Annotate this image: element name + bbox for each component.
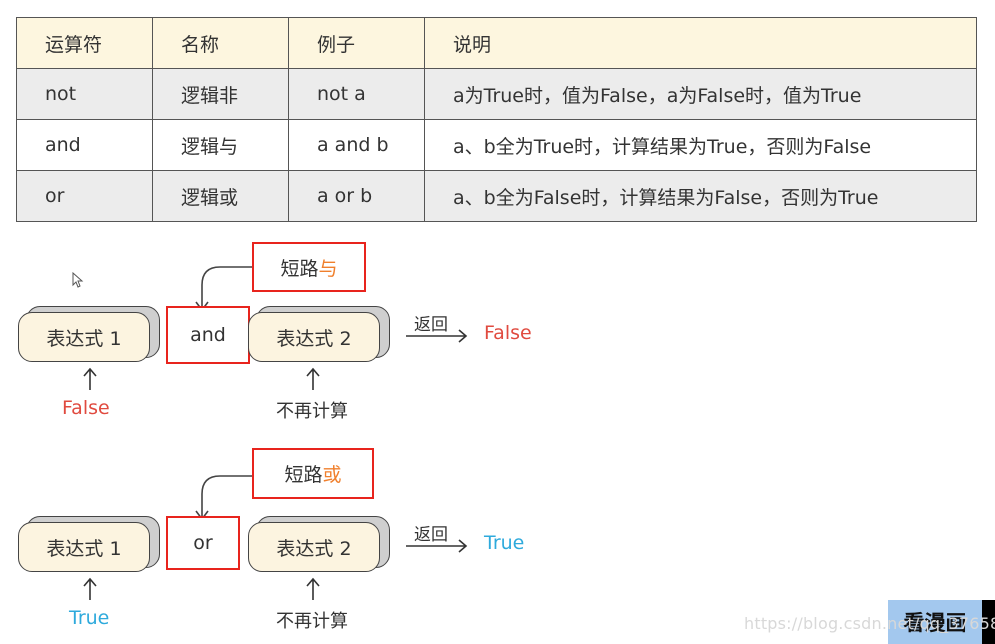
header-operator: 运算符 — [16, 17, 153, 69]
result-value: False — [484, 322, 532, 344]
cell-description: a、b全为False时，计算结果为False，否则为True — [424, 170, 977, 222]
right-arrow-icon — [406, 329, 468, 343]
header-example: 例子 — [288, 17, 425, 69]
operator-and-box: and — [166, 306, 250, 364]
expression-2-box: 表达式 2 — [248, 516, 390, 572]
expression-2-note: 不再计算 — [276, 401, 348, 422]
cell-operator: and — [16, 119, 153, 171]
table-row: and 逻辑与 a and b a、b全为True时，计算结果为True，否则为… — [16, 119, 977, 171]
callout-label: 短路 — [284, 464, 323, 486]
cell-description: a为True时，值为False，a为False时，值为True — [424, 68, 977, 120]
expression-1-value: True — [69, 607, 110, 629]
callout-label: 短路 — [280, 257, 319, 280]
expression-1-box: 表达式 1 — [18, 306, 160, 362]
short-circuit-and-callout: 短路与 — [252, 242, 366, 292]
watermark-text: https://blog.csdn.net/qq_37658556 — [744, 614, 995, 633]
up-arrow-icon — [306, 367, 320, 390]
cell-example: not a — [288, 68, 425, 120]
expression-1-value: False — [62, 397, 110, 419]
operator-label: or — [193, 532, 213, 554]
cell-description: a、b全为True时，计算结果为True，否则为False — [424, 119, 977, 171]
cell-operator: not — [16, 68, 153, 120]
table-row: or 逻辑或 a or b a、b全为False时，计算结果为False，否则为… — [16, 170, 977, 222]
operator-or-box: or — [166, 516, 240, 570]
cell-example: a and b — [288, 119, 425, 171]
up-arrow-icon — [83, 577, 97, 600]
cell-name: 逻辑与 — [152, 119, 289, 171]
table-header-row: 运算符 名称 例子 说明 — [16, 17, 977, 69]
expression-2-label: 表达式 2 — [248, 312, 380, 362]
callout-highlight: 或 — [322, 464, 342, 486]
short-circuit-or-callout: 短路或 — [252, 448, 374, 499]
up-arrow-icon — [306, 577, 320, 600]
expression-2-label: 表达式 2 — [248, 522, 380, 572]
logical-operators-table: 运算符 名称 例子 说明 not 逻辑非 not a a为True时，值为Fal… — [16, 17, 977, 222]
right-arrow-icon — [406, 539, 468, 553]
expression-2-note: 不再计算 — [276, 611, 348, 632]
header-description: 说明 — [424, 17, 977, 69]
expression-1-box: 表达式 1 — [18, 516, 160, 572]
cell-operator: or — [16, 170, 153, 222]
cell-name: 逻辑或 — [152, 170, 289, 222]
mouse-cursor-icon — [72, 272, 84, 288]
expression-1-label: 表达式 1 — [18, 522, 150, 572]
cell-name: 逻辑非 — [152, 68, 289, 120]
result-value: True — [484, 532, 525, 554]
cell-example: a or b — [288, 170, 425, 222]
operator-label: and — [190, 324, 226, 346]
expression-1-label: 表达式 1 — [18, 312, 150, 362]
callout-highlight: 与 — [318, 257, 338, 280]
header-name: 名称 — [152, 17, 289, 69]
table-row: not 逻辑非 not a a为True时，值为False，a为False时，值… — [16, 68, 977, 120]
expression-2-box: 表达式 2 — [248, 306, 390, 362]
up-arrow-icon — [83, 367, 97, 390]
